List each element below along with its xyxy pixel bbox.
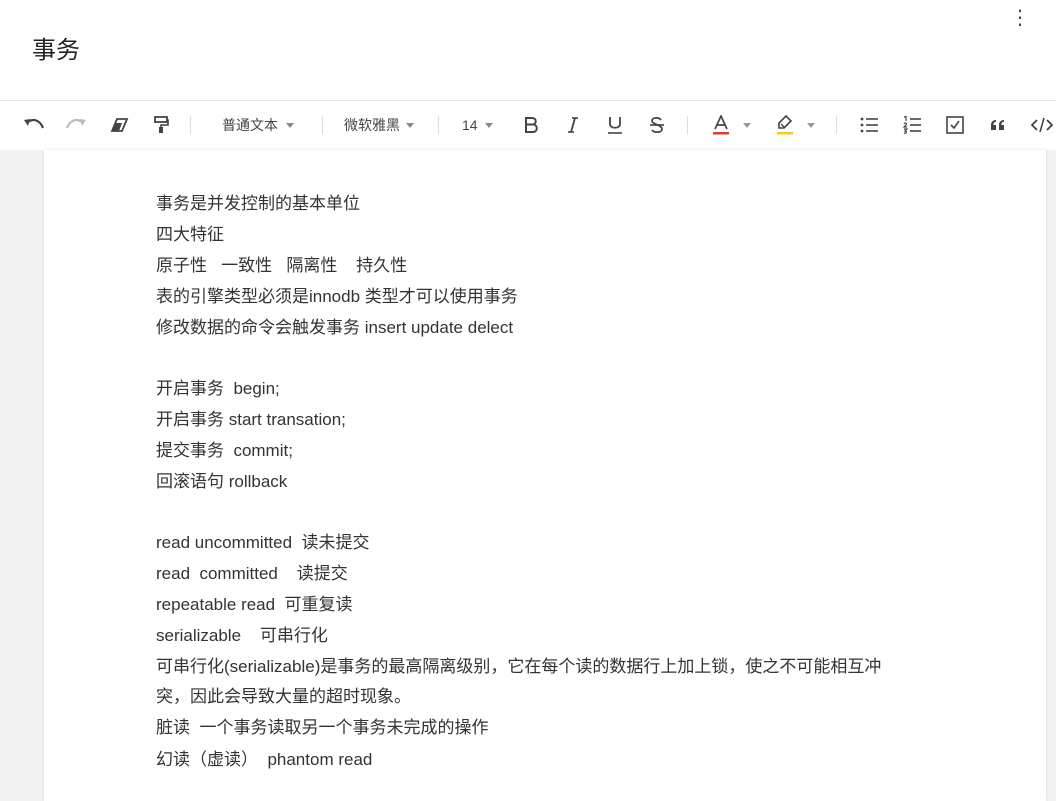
numbered-list-icon xyxy=(903,116,921,134)
eraser-icon xyxy=(110,118,129,132)
paragraph[interactable]: 四大特征 xyxy=(156,223,224,247)
undo-icon xyxy=(24,118,45,129)
redo-icon xyxy=(65,118,86,129)
paragraph[interactable]: 开启事务 begin; xyxy=(156,377,280,401)
paragraph-style-dropdown[interactable]: 普通文本 xyxy=(222,113,294,137)
editor-canvas: 事务是并发控制的基本单位 四大特征 原子性 一致性 隔离性 持久性 表的引擎类型… xyxy=(0,150,1056,801)
bullet-list-icon xyxy=(860,117,878,133)
code-button[interactable] xyxy=(1030,113,1054,137)
document-header: 事务 ⋮ xyxy=(0,0,1056,100)
redo-button[interactable] xyxy=(64,113,88,137)
paragraph[interactable]: serializable 可串行化 xyxy=(156,624,328,648)
paragraph[interactable]: 突，因此会导致大量的超时现象。 xyxy=(156,685,411,709)
format-painter-button[interactable] xyxy=(150,113,172,137)
paragraph-style-value: 普通文本 xyxy=(222,117,278,133)
clear-format-button[interactable] xyxy=(108,113,132,137)
paragraph[interactable]: 脏读 一个事务读取另一个事务未完成的操作 xyxy=(156,716,488,740)
strikethrough-icon xyxy=(650,117,664,133)
toolbar-separator xyxy=(322,116,323,134)
paragraph[interactable]: 开启事务 start transation; xyxy=(156,408,346,432)
undo-button[interactable] xyxy=(22,113,46,137)
editor-toolbar: 普通文本 微软雅黑 14 xyxy=(0,100,1056,151)
document-page[interactable]: 事务是并发控制的基本单位 四大特征 原子性 一致性 隔离性 持久性 表的引擎类型… xyxy=(44,150,1046,801)
bold-icon xyxy=(525,117,538,133)
toolbar-separator xyxy=(687,116,688,134)
underline-icon xyxy=(608,117,622,134)
format-painter-icon xyxy=(154,116,169,133)
checklist-icon xyxy=(946,116,964,134)
paragraph[interactable]: 提交事务 commit; xyxy=(156,439,293,463)
bold-button[interactable] xyxy=(520,113,542,137)
font-size-dropdown[interactable]: 14 xyxy=(462,113,493,137)
paragraph[interactable]: 可串行化(serializable)是事务的最高隔离级别，它在每个读的数据行上加… xyxy=(156,655,881,679)
toolbar-separator xyxy=(438,116,439,134)
font-color-icon xyxy=(713,115,729,135)
quote-button[interactable] xyxy=(987,113,1009,137)
paragraph[interactable]: repeatable read 可重复读 xyxy=(156,593,353,617)
paragraph[interactable]: read committed 读提交 xyxy=(156,562,348,586)
document-title[interactable]: 事务 xyxy=(32,30,80,65)
more-vertical-icon: ⋮ xyxy=(1010,7,1030,29)
toolbar-separator xyxy=(836,116,837,134)
highlight-chevron-icon[interactable] xyxy=(807,123,815,128)
numbered-list-button[interactable] xyxy=(901,113,923,137)
quote-icon xyxy=(991,120,1004,130)
bullet-list-button[interactable] xyxy=(858,113,880,137)
chevron-down-icon xyxy=(484,122,493,128)
checklist-button[interactable] xyxy=(944,113,966,137)
more-options-button[interactable]: ⋮ xyxy=(1010,6,1030,30)
code-icon xyxy=(1031,117,1053,133)
font-color-chevron-icon[interactable] xyxy=(743,123,751,128)
paragraph[interactable]: 原子性 一致性 隔离性 持久性 xyxy=(156,254,407,278)
font-family-dropdown[interactable]: 微软雅黑 xyxy=(344,113,414,137)
chevron-down-icon xyxy=(406,122,414,128)
font-family-value: 微软雅黑 xyxy=(344,117,400,133)
paragraph[interactable]: 回滚语句 rollback xyxy=(156,470,287,494)
toolbar-separator xyxy=(190,116,191,134)
strikethrough-button[interactable] xyxy=(646,113,668,137)
paragraph[interactable]: 表的引擎类型必须是innodb 类型才可以使用事务 xyxy=(156,285,518,309)
underline-button[interactable] xyxy=(604,113,626,137)
highlight-icon xyxy=(777,115,793,135)
chevron-down-icon xyxy=(286,122,294,128)
italic-icon xyxy=(568,117,578,133)
font-size-value: 14 xyxy=(462,117,478,133)
paragraph[interactable]: read uncommitted 读未提交 xyxy=(156,531,370,555)
paragraph[interactable]: 事务是并发控制的基本单位 xyxy=(156,192,360,216)
font-color-button[interactable] xyxy=(710,113,732,137)
paragraph[interactable]: 幻读（虚读） phantom read xyxy=(156,748,372,772)
italic-button[interactable] xyxy=(562,113,584,137)
paragraph[interactable]: 修改数据的命令会触发事务 insert update delect xyxy=(156,316,513,340)
highlight-button[interactable] xyxy=(774,113,796,137)
